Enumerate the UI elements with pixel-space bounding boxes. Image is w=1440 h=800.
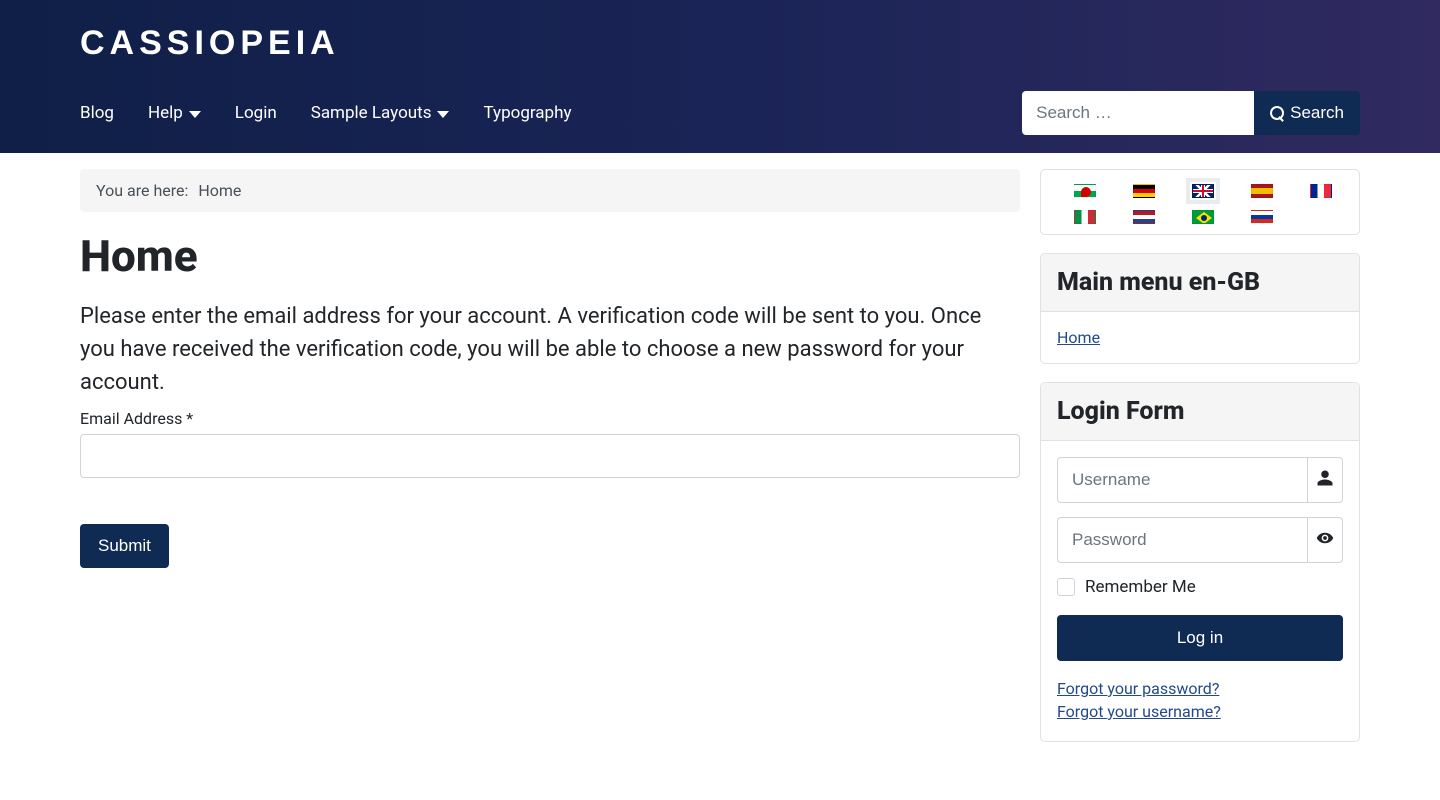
flag-netherlands[interactable]: [1133, 210, 1155, 224]
menu-link-home[interactable]: Home: [1057, 328, 1100, 347]
main-menu-card: Main menu en-GB Home: [1040, 253, 1360, 364]
forgot-username-link[interactable]: Forgot your username?: [1057, 702, 1343, 721]
nav-login[interactable]: Login: [235, 103, 277, 123]
search-input[interactable]: [1022, 91, 1254, 135]
search-form: Search: [1022, 91, 1360, 135]
nav-blog[interactable]: Blog: [80, 103, 114, 123]
main-menu-title: Main menu en-GB: [1041, 254, 1359, 312]
flag-italy[interactable]: [1074, 210, 1096, 224]
flag-france[interactable]: [1310, 184, 1332, 198]
flag-germany[interactable]: [1133, 184, 1155, 198]
flag-spain[interactable]: [1251, 184, 1273, 198]
forgot-password-link[interactable]: Forgot your password?: [1057, 679, 1343, 698]
login-form-title: Login Form: [1041, 383, 1359, 441]
main-content: You are here: Home Home Please enter the…: [80, 169, 1020, 760]
username-field[interactable]: [1057, 457, 1307, 503]
nav-typography[interactable]: Typography: [483, 103, 571, 123]
breadcrumb-home: Home: [198, 181, 241, 200]
breadcrumb: You are here: Home: [80, 169, 1020, 212]
flag-uk[interactable]: [1192, 184, 1214, 198]
flag-brazil[interactable]: [1192, 210, 1214, 224]
sidebar: Main menu en-GB Home Login Form: [1040, 169, 1360, 760]
main-nav: Blog Help Login Sample Layouts Typograph…: [80, 103, 572, 123]
nav-help[interactable]: Help: [148, 103, 201, 123]
flag-wales[interactable]: [1074, 184, 1096, 198]
remember-checkbox[interactable]: [1057, 578, 1075, 596]
login-button[interactable]: Log in: [1057, 615, 1343, 661]
user-icon: [1316, 469, 1334, 491]
search-icon: [1270, 106, 1284, 120]
brand-text: CASSIOPEIA: [80, 24, 340, 62]
brand-link[interactable]: CASSIOPEIA: [80, 0, 340, 77]
email-field[interactable]: [80, 434, 1020, 478]
page-title: Home: [80, 230, 1020, 282]
remember-label: Remember Me: [1085, 577, 1196, 597]
email-label: Email Address *: [80, 409, 1020, 428]
breadcrumb-label: You are here:: [96, 181, 188, 200]
login-form-card: Login Form: [1040, 382, 1360, 742]
language-switcher: [1040, 169, 1360, 235]
nav-sample-layouts[interactable]: Sample Layouts: [311, 103, 450, 123]
chevron-down-icon: [437, 111, 449, 118]
flag-russia[interactable]: [1251, 210, 1273, 224]
submit-button[interactable]: Submit: [80, 524, 169, 568]
site-header: CASSIOPEIA Blog Help Login Sample Layout…: [0, 0, 1440, 153]
chevron-down-icon: [189, 111, 201, 118]
eye-icon: [1316, 529, 1334, 551]
password-field[interactable]: [1057, 517, 1307, 563]
username-addon: [1307, 457, 1343, 503]
search-button[interactable]: Search: [1254, 91, 1360, 135]
show-password-button[interactable]: [1307, 517, 1343, 563]
page-lead: Please enter the email address for your …: [80, 300, 1020, 399]
